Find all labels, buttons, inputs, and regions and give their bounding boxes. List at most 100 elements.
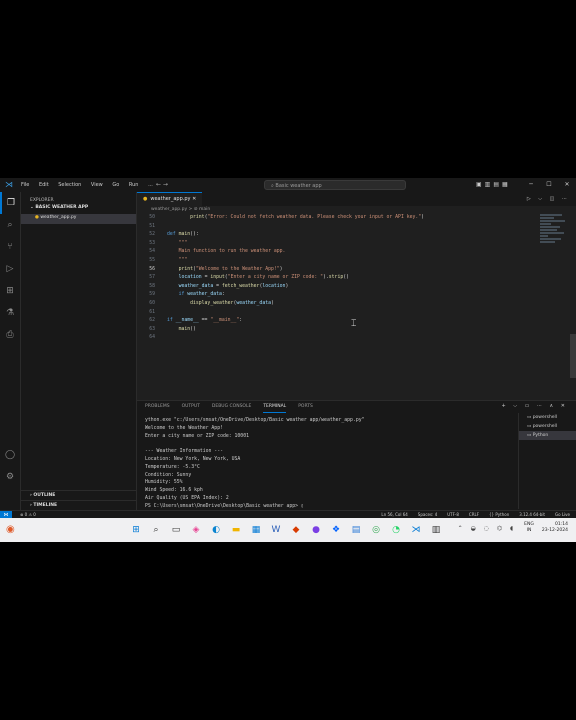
line-number: 59 [149,292,155,298]
breadcrumb[interactable]: weather_app.py > ⊘ main [137,206,576,214]
extensions-icon[interactable]: ⊞ [0,280,20,302]
clock[interactable]: 01:14 23-12-2024 [542,522,568,534]
nav-back-forward-icon[interactable]: ← → [156,181,168,188]
app-icon[interactable]: ● [310,524,322,536]
tab-output[interactable]: OUTPUT [182,401,200,413]
terminal-line: Condition: Sunny [145,472,192,478]
tab-ports[interactable]: PORTS [298,401,313,413]
copilot-icon[interactable]: ◈ [190,524,202,536]
terminal-line: Enter a city name or ZIP code: 10001 [145,433,249,439]
menu-view[interactable]: View [91,182,103,188]
menu-bar: File Edit Selection View Go Run ... [17,182,157,188]
folder-basic-weather-app[interactable]: ⌄ BASIC WEATHER APP [21,204,136,214]
search-icon[interactable]: ⌕ [150,524,162,536]
code-line[interactable]: 52 def main(): [137,231,537,240]
line-number: 60 [149,300,155,306]
menu-selection[interactable]: Selection [58,182,81,188]
store-icon[interactable]: ▦ [250,524,262,536]
title-bar: ⋊ File Edit Selection View Go Run ... ← … [0,178,576,192]
code-line[interactable]: 53 """ [137,240,537,249]
explorer-header: EXPLORER [30,198,54,203]
edge-icon[interactable]: ◐ [210,524,222,536]
task-view-icon[interactable]: ▭ [170,524,182,536]
vscode-taskbar-icon[interactable]: ⋊ [410,524,422,536]
tab-problems[interactable]: PROBLEMS [145,401,170,413]
start-icon[interactable]: ⊞ [130,524,142,536]
language-indicator[interactable]: ENG IN [524,522,534,534]
terminal-item[interactable]: ▭ Python [519,431,576,440]
outline-section[interactable]: › OUTLINE [21,490,136,500]
terminal-line: Wind Speed: 16.6 kph [145,488,203,494]
printer-icon[interactable]: ⎙ [0,324,20,346]
code-line[interactable]: 63 main() [137,326,537,335]
search-view-icon[interactable]: ⌕ [0,214,20,236]
code-line[interactable]: 57 location = input("Enter a city name o… [137,274,537,283]
code-line[interactable]: 61 [137,309,537,318]
code-line[interactable]: 58 weather_data = fetch_weather(location… [137,283,537,292]
dropbox-icon[interactable]: ❖ [330,524,342,536]
weather-widget-icon[interactable]: ◉ [6,524,20,536]
app-icon-2[interactable]: ▤ [350,524,362,536]
panel-actions[interactable]: + ⌵ ▭ ⋯ ∧ ✕ [502,403,569,409]
code-text: if __name__ == "__main__": [167,318,243,324]
line-number: 64 [149,335,155,341]
code-text: main() [178,326,196,332]
timeline-section[interactable]: › TIMELINE [21,500,136,510]
code-line[interactable]: 51 [137,223,537,232]
minimap[interactable] [540,214,568,274]
close-tab-icon[interactable]: ✕ [192,196,196,202]
minimize-icon[interactable]: ─ [522,178,540,192]
code-text: if weather_data: [178,292,225,298]
testing-icon[interactable]: ⚗ [0,302,20,324]
menu-run[interactable]: Run [129,182,139,188]
tab-terminal[interactable]: TERMINAL [263,401,287,413]
explorer-sidebar: EXPLORER ⌄ BASIC WEATHER APP ● weather_a… [21,192,137,510]
code-line[interactable]: 62 if __name__ == "__main__": [137,317,537,326]
code-line[interactable]: 64 [137,334,537,343]
command-center-search[interactable]: ⌕ Basic weather app [264,180,406,190]
terminal-list: ▭ powershell ▭ powershell ▭ Python [518,413,576,509]
menu-more[interactable]: ... [148,182,153,188]
whatsapp-icon[interactable]: ◔ [390,524,402,536]
code-line[interactable]: 54 Main function to run the weather app. [137,248,537,257]
tab-weather-app[interactable]: ● weather_app.py ✕ [137,192,203,206]
vscode-window: ⋊ File Edit Selection View Go Run ... ← … [0,178,576,542]
code-line[interactable]: 60 display_weather(weather_data) [137,300,537,309]
terminal-output[interactable]: ython.exe "c:/Users/smsat/OneDrive/Deskt… [145,417,515,511]
menu-file[interactable]: File [21,182,29,188]
editor-scrollbar[interactable] [570,334,576,378]
explorer-icon[interactable]: ❐ [0,192,20,214]
layout-toggle-icons[interactable]: ▣▥▤▦ [476,181,511,188]
taskbar-apps: ⊞ ⌕ ▭ ◈ ◐ ▬ ▦ W ◆ ● ❖ ▤ ◎ ◔ ⋊ ▥ [130,524,450,536]
close-icon[interactable]: ✕ [558,178,576,192]
maximize-icon[interactable]: ☐ [540,178,558,192]
code-line[interactable]: 55 """ [137,257,537,266]
file-explorer-icon[interactable]: ▬ [230,524,242,536]
tab-debug-console[interactable]: DEBUG CONSOLE [212,401,251,413]
code-line[interactable]: 56 print("Welcome to the Weather App!") [137,266,537,275]
run-debug-icon[interactable]: ▷ [0,258,20,280]
account-icon[interactable]: ◯ [0,444,20,466]
file-weather-app[interactable]: ● weather_app.py [21,214,136,224]
app-icon-3[interactable]: ▥ [430,524,442,536]
code-editor[interactable]: 50 print("Error: Could not fetch weather… [137,214,537,400]
chrome-icon[interactable]: ◎ [370,524,382,536]
menu-go[interactable]: Go [112,182,119,188]
code-line[interactable]: 59 if weather_data: [137,291,537,300]
tray-icons[interactable]: ⌃ ◒ ◌ ⌬ ◖ [458,525,517,532]
line-number: 63 [149,326,155,332]
terminal-label: powershell [532,424,558,429]
source-control-icon[interactable]: ⑂ [0,236,20,258]
menu-edit[interactable]: Edit [39,182,49,188]
terminal-item[interactable]: ▭ powershell [519,422,576,431]
editor-tabs: ● weather_app.py ✕ [137,192,576,206]
code-line[interactable]: 50 print("Error: Could not fetch weather… [137,214,537,223]
clock-date: 23-12-2024 [541,528,568,533]
terminal-item[interactable]: ▭ powershell [519,413,576,422]
code-text: location = input("Enter a city name or Z… [178,275,350,281]
word-icon[interactable]: W [270,524,282,536]
office-icon[interactable]: ◆ [290,524,302,536]
settings-gear-icon[interactable]: ⚙ [0,466,20,488]
editor-actions[interactable]: ▷ ⌵ ◫ ⋯ [527,196,570,202]
code-text: """ [178,240,188,246]
